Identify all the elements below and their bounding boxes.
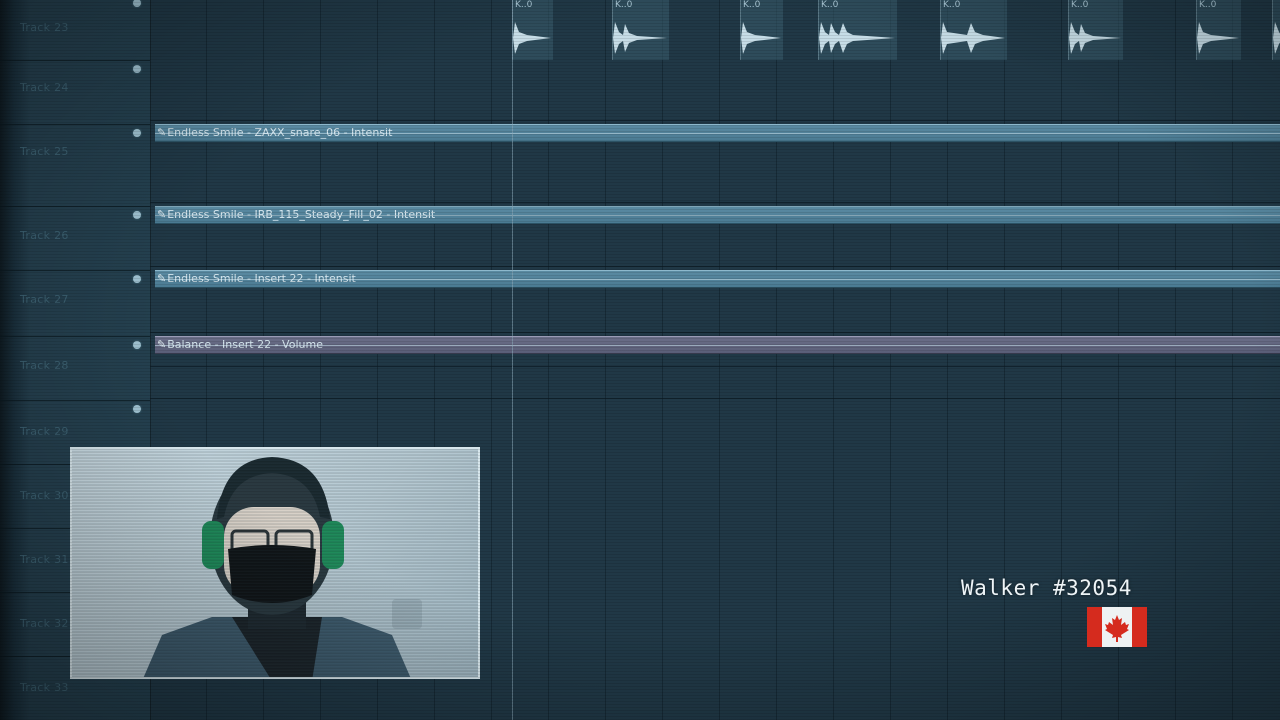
lane-divider	[150, 266, 1280, 267]
pencil-icon: ✎	[157, 272, 167, 285]
pencil-icon: ✎	[157, 208, 167, 221]
audio-clip-title: K..0	[943, 0, 961, 10]
waveform-icon	[941, 22, 1005, 54]
automation-clip-name: Endless Smile - IRB_115_Steady_Fill_02 -…	[167, 208, 436, 221]
track-label: Track 26	[20, 229, 69, 242]
track-label: Track 28	[20, 359, 69, 372]
lane-divider	[150, 398, 1280, 399]
automation-clip[interactable]: ✎Endless Smile - Insert 22 - Intensit	[155, 270, 1280, 288]
audio-clip[interactable]: K..0	[940, 0, 1007, 60]
automation-clip-label-wrap: ✎Balance - Insert 22 - Volume	[157, 338, 323, 351]
automation-clip[interactable]: ✎Balance - Insert 22 - Volume	[155, 336, 1280, 354]
audio-clip[interactable]: K..0	[1068, 0, 1123, 60]
track-label: Track 24	[20, 81, 69, 94]
canada-flag-icon	[1087, 607, 1147, 647]
waveform-icon	[1197, 22, 1239, 54]
daw-playlist: Track 23 Track 24 Track 25 Track 26 Trac…	[0, 0, 1280, 720]
person-with-headphones-image	[143, 457, 422, 677]
webcam-overlay	[70, 447, 480, 679]
track-label: Track 32	[20, 617, 69, 630]
track-enable-dot-icon[interactable]	[133, 211, 141, 219]
track-enable-dot-icon[interactable]	[133, 129, 141, 137]
automation-clip-label-wrap: ✎Endless Smile - Insert 22 - Intensit	[157, 272, 356, 285]
audio-clip[interactable]	[1272, 0, 1280, 60]
pencil-icon: ✎	[157, 126, 167, 139]
automation-clip-label-wrap: ✎Endless Smile - IRB_115_Steady_Fill_02 …	[157, 208, 435, 221]
track-enable-dot-icon[interactable]	[133, 65, 141, 73]
audio-clip[interactable]: K..0	[1196, 0, 1241, 60]
audio-clip-title: K..0	[1199, 0, 1217, 10]
automation-clip[interactable]: ✎Endless Smile - IRB_115_Steady_Fill_02 …	[155, 206, 1280, 224]
track-row-25[interactable]: Track 25	[0, 124, 150, 189]
automation-clip-name: Endless Smile - Insert 22 - Intensit	[167, 272, 356, 285]
automation-clip-name: Balance - Insert 22 - Volume	[167, 338, 323, 351]
audio-clip-title: K..0	[615, 0, 633, 10]
audio-clip-title: K..0	[743, 0, 761, 10]
automation-clip-name: Endless Smile - ZAXX_snare_06 - Intensit	[167, 126, 393, 139]
track-enable-dot-icon[interactable]	[133, 405, 141, 413]
waveform-icon	[1069, 22, 1121, 54]
track-enable-dot-icon[interactable]	[133, 275, 141, 283]
track-label: Track 33	[20, 681, 69, 694]
playhead-marker[interactable]	[512, 0, 513, 720]
track-label: Track 29	[20, 425, 69, 438]
waveform-icon	[513, 22, 551, 54]
automation-line	[155, 345, 1280, 346]
audio-clip-title: K..0	[1071, 0, 1089, 10]
audio-clip[interactable]: K..0	[512, 0, 553, 60]
track-row-28[interactable]: Track 28	[0, 336, 150, 401]
track-row-23[interactable]: Track 23	[0, 0, 150, 61]
track-label: Track 27	[20, 293, 69, 306]
audio-clip[interactable]: K..0	[740, 0, 783, 60]
waveform-icon	[741, 22, 781, 54]
audio-clip[interactable]: K..0	[612, 0, 669, 60]
automation-clip-label-wrap: ✎Endless Smile - ZAXX_snare_06 - Intensi…	[157, 126, 392, 139]
track-row-27[interactable]: Track 27	[0, 270, 150, 335]
track-label: Track 23	[20, 21, 69, 34]
track-label: Track 31	[20, 553, 69, 566]
automation-clip[interactable]: ✎Endless Smile - ZAXX_snare_06 - Intensi…	[155, 124, 1280, 142]
audio-clip-title: K..0	[515, 0, 533, 10]
lane-divider	[150, 332, 1280, 333]
track-row-24[interactable]: Track 24	[0, 60, 150, 125]
track-row-26[interactable]: Track 26	[0, 206, 150, 271]
track-enable-dot-icon[interactable]	[133, 0, 141, 7]
pencil-icon: ✎	[157, 338, 167, 351]
audio-clip-title: K..0	[821, 0, 839, 10]
lane-divider	[150, 120, 1280, 121]
waveform-icon	[819, 22, 895, 54]
waveform-icon	[613, 22, 667, 54]
audio-clip[interactable]: K..0	[818, 0, 897, 60]
lane-divider	[150, 202, 1280, 203]
track-label: Track 30	[20, 489, 69, 502]
waveform-icon	[1273, 22, 1280, 54]
track-enable-dot-icon[interactable]	[133, 341, 141, 349]
lane-divider	[150, 366, 1280, 367]
track-label: Track 25	[20, 145, 69, 158]
producer-credit-label: Walker #32054	[961, 576, 1132, 600]
